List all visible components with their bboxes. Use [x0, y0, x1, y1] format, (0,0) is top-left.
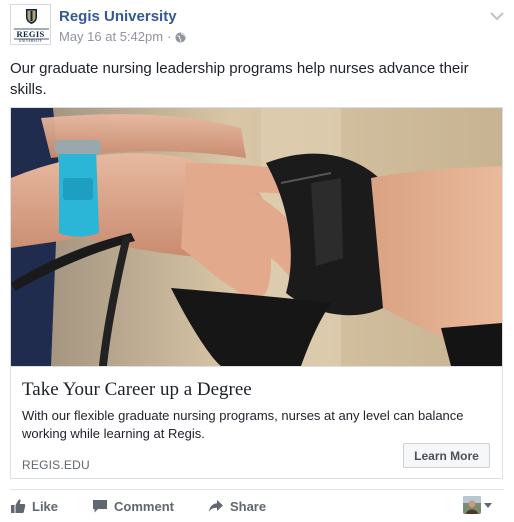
- attachment-description: With our flexible graduate nursing progr…: [22, 408, 464, 441]
- comment-label: Comment: [114, 498, 174, 514]
- share-label: Share: [229, 498, 267, 514]
- post-header: REGIS UNIVERSITY Regis University May 16…: [10, 4, 504, 46]
- logo-text-top: REGIS: [16, 29, 45, 39]
- feed-post: REGIS UNIVERSITY Regis University May 16…: [0, 0, 514, 522]
- post-options-chevron-icon[interactable]: [490, 8, 504, 21]
- globe-icon[interactable]: [175, 31, 186, 43]
- post-message: Our graduate nursing leadership programs…: [10, 60, 469, 98]
- page-name-link[interactable]: Regis University: [59, 8, 177, 25]
- chevron-down-icon: [484, 502, 492, 508]
- blood-pressure-photo: [11, 108, 502, 366]
- page-avatar[interactable]: REGIS UNIVERSITY: [10, 4, 51, 45]
- share-arrow-icon: [208, 500, 223, 512]
- attachment-caption: Take Your Career up a Degree With our fl…: [11, 366, 502, 478]
- link-attachment[interactable]: Take Your Career up a Degree With our fl…: [10, 107, 503, 479]
- meta-separator: ·: [167, 29, 172, 44]
- attachment-image[interactable]: [11, 108, 502, 366]
- like-label: Like: [32, 498, 59, 514]
- attachment-domain: REGIS.EDU: [22, 458, 90, 472]
- comment-button[interactable]: Comment: [92, 498, 174, 514]
- post-timestamp[interactable]: May 16 at 5:42pm: [59, 29, 163, 44]
- like-button[interactable]: Like: [10, 498, 58, 514]
- logo-text-bottom: UNIVERSITY: [18, 39, 43, 43]
- action-bar-divider: [10, 489, 504, 490]
- thumbs-up-icon: [11, 499, 26, 513]
- user-avatar: [463, 496, 481, 514]
- post-action-bar: Like Comment Share: [10, 493, 504, 519]
- attachment-headline[interactable]: Take Your Career up a Degree: [22, 379, 252, 401]
- post-meta: May 16 at 5:42pm ·: [59, 29, 186, 44]
- post-as-selector[interactable]: [463, 496, 492, 514]
- comment-icon: [93, 500, 108, 513]
- learn-more-button[interactable]: Learn More: [403, 443, 490, 468]
- share-button[interactable]: Share: [208, 498, 266, 514]
